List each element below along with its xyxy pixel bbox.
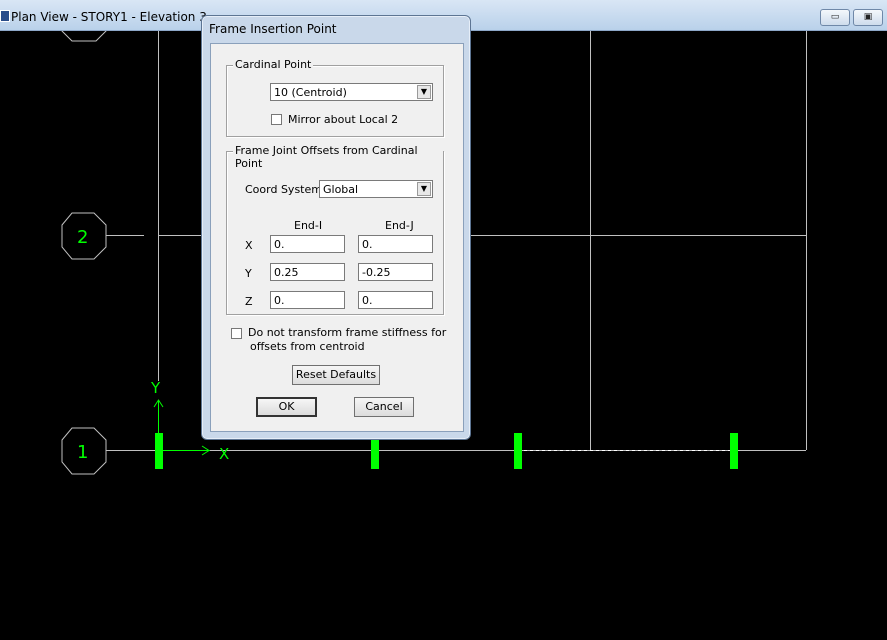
cardinal-point-select[interactable]: 10 (Centroid) ▼ <box>270 83 433 101</box>
app-icon <box>0 10 10 22</box>
offset-z-end-j-input[interactable] <box>358 291 433 309</box>
coord-system-select[interactable]: Global ▼ <box>319 180 433 198</box>
grid-bubble-1-label: 1 <box>77 442 88 463</box>
frame-column <box>371 435 379 469</box>
offset-axis-label: Z <box>245 295 253 308</box>
coord-system-label: Coord System <box>245 183 322 196</box>
end-j-header: End-J <box>385 219 414 232</box>
offset-y-end-i-input[interactable] <box>270 263 345 281</box>
joint-offsets-group: Frame Joint Offsets from Cardinal Point … <box>226 144 444 315</box>
frame-column <box>730 433 738 469</box>
cardinal-point-group: Cardinal Point 10 (Centroid) ▼ Mirror ab… <box>226 58 444 137</box>
no-transform-label-line1: Do not transform frame stiffness for <box>248 326 447 339</box>
cardinal-point-value: 10 (Centroid) <box>274 86 347 99</box>
no-transform-label-line2: offsets from centroid <box>250 340 365 353</box>
grid-bubble-2-label: 2 <box>77 227 88 248</box>
cancel-button[interactable]: Cancel <box>354 397 414 417</box>
frame-column <box>514 433 522 469</box>
dialog-title: Frame Insertion Point <box>209 22 337 36</box>
frame-insertion-point-dialog: Frame Insertion Point Cardinal Point 10 … <box>201 15 471 440</box>
window-title: Plan View - STORY1 - Elevation 3 <box>11 10 207 24</box>
dialog-body: Cardinal Point 10 (Centroid) ▼ Mirror ab… <box>210 43 464 432</box>
axis-x-label: X <box>219 445 229 463</box>
grid-bubble-top <box>61 31 107 42</box>
mirror-local2-checkbox[interactable] <box>271 114 282 125</box>
offset-x-end-j-input[interactable] <box>358 235 433 253</box>
no-transform-stiffness-checkbox[interactable] <box>231 328 242 339</box>
offset-z-end-i-input[interactable] <box>270 291 345 309</box>
reset-defaults-button[interactable]: Reset Defaults <box>292 365 380 385</box>
ok-button[interactable]: OK <box>256 397 317 417</box>
offset-y-end-j-input[interactable] <box>358 263 433 281</box>
coord-system-value: Global <box>323 183 359 196</box>
chevron-down-icon[interactable]: ▼ <box>417 182 431 196</box>
axis-y-label: Y <box>150 379 161 397</box>
minimize-button[interactable]: ▭ <box>820 9 850 26</box>
chevron-down-icon[interactable]: ▼ <box>417 85 431 99</box>
offset-axis-label: X <box>245 239 253 252</box>
offset-axis-label: Y <box>245 267 252 280</box>
restore-button[interactable]: ▣ <box>853 9 883 26</box>
offset-x-end-i-input[interactable] <box>270 235 345 253</box>
mirror-local2-label: Mirror about Local 2 <box>288 113 399 126</box>
cardinal-point-legend: Cardinal Point <box>233 58 314 71</box>
joint-offsets-legend: Frame Joint Offsets from Cardinal Point <box>233 144 443 170</box>
end-i-header: End-I <box>294 219 323 232</box>
